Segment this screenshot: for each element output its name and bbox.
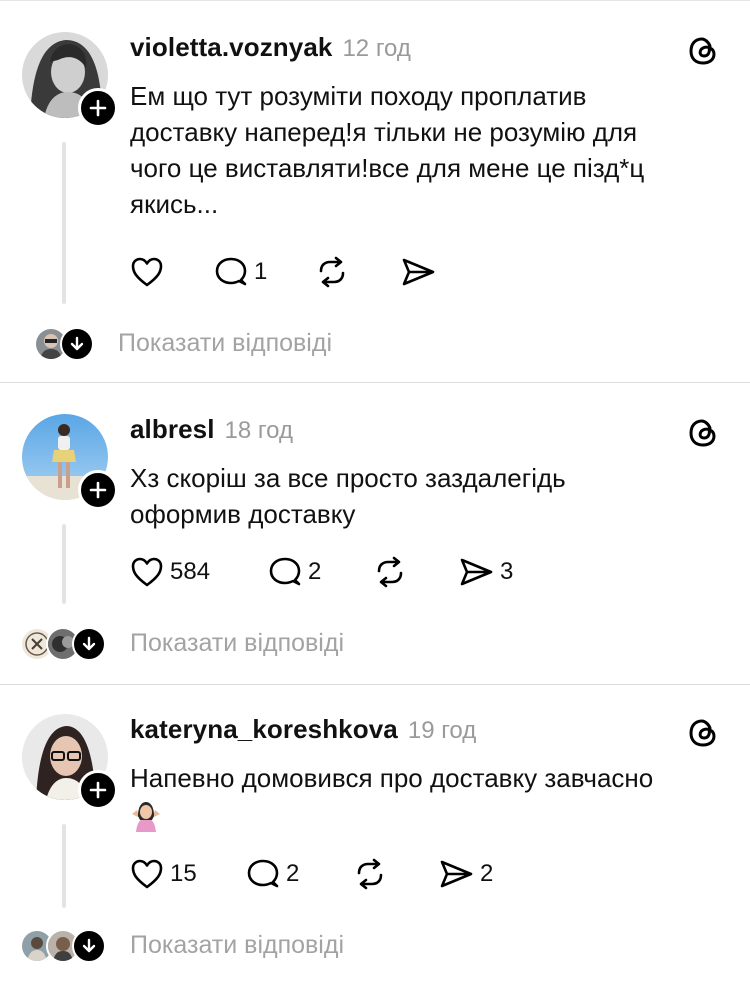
reply-avatars <box>20 627 130 661</box>
follow-button[interactable] <box>78 88 118 128</box>
share-button[interactable]: 3 <box>458 552 513 592</box>
expand-replies-button[interactable] <box>60 327 94 361</box>
action-bar: 1 <box>130 252 436 292</box>
post-header: albresl 18 год <box>130 414 293 448</box>
thread-line <box>62 142 66 304</box>
post-text: Ем що тут розуміти походу проплатив дост… <box>130 78 730 222</box>
expand-replies-button[interactable] <box>72 929 106 963</box>
username[interactable]: kateryna_koreshkova <box>130 714 398 745</box>
thread-line <box>62 524 66 604</box>
share-icon <box>402 258 435 286</box>
timestamp: 12 год <box>342 35 411 62</box>
threads-logo-icon[interactable] <box>686 716 720 750</box>
avatar-container[interactable] <box>22 414 118 510</box>
post-divider <box>0 382 750 383</box>
comment-button[interactable]: 2 <box>268 552 372 592</box>
show-replies-link[interactable]: Показати відповіді <box>130 931 344 960</box>
action-bar: 584 2 3 <box>130 552 513 592</box>
heart-icon <box>131 257 163 287</box>
thread-line <box>62 824 66 908</box>
share-button[interactable]: 2 <box>438 854 493 894</box>
show-replies-link[interactable]: Показати відповіді <box>130 629 344 658</box>
person-shrugging-emoji <box>132 802 160 833</box>
avatar-container[interactable] <box>22 714 118 810</box>
username[interactable]: albresl <box>130 414 215 445</box>
avatar-container[interactable] <box>22 32 118 128</box>
like-button[interactable]: 584 <box>130 552 268 592</box>
text-line: Хз скоріш за все просто заздалегідь <box>130 463 566 493</box>
text-line: якись... <box>130 189 219 219</box>
text-line: доставку наперед!я тільки не розумію для <box>130 117 638 147</box>
heart-icon <box>131 859 163 889</box>
comment-icon <box>247 859 279 888</box>
comment-post: violetta.voznyak 12 год Ем що тут розумі… <box>0 32 750 382</box>
like-count: 584 <box>170 558 211 585</box>
like-button[interactable] <box>130 252 214 292</box>
show-replies-row[interactable]: Показати відповіді <box>20 928 344 963</box>
threads-logo-icon[interactable] <box>686 416 720 450</box>
plus-icon <box>89 99 107 117</box>
arrow-down-icon <box>82 938 96 953</box>
repost-button[interactable] <box>372 552 458 592</box>
plus-icon <box>89 481 107 499</box>
text-line: чого це виставляти!все для мене це пізд*… <box>130 153 645 183</box>
like-button[interactable]: 15 <box>130 854 246 894</box>
share-icon <box>460 558 493 586</box>
timestamp: 18 год <box>224 417 293 444</box>
text-line: Ем що тут розуміти походу проплатив <box>130 81 587 111</box>
follow-button[interactable] <box>78 770 118 810</box>
comment-button[interactable]: 2 <box>246 854 352 894</box>
repost-icon <box>377 556 403 588</box>
top-divider <box>0 0 750 1</box>
share-icon <box>440 860 473 888</box>
reply-avatars <box>20 929 130 963</box>
post-text: Напевно домовився про доставку завчасно <box>130 760 730 833</box>
text-line: оформив доставку <box>130 499 356 529</box>
repost-button[interactable] <box>352 854 438 894</box>
threads-logo-icon[interactable] <box>686 34 720 68</box>
share-count: 2 <box>480 860 494 887</box>
like-count: 15 <box>170 860 197 887</box>
reply-avatars <box>34 327 118 361</box>
action-bar: 15 2 2 <box>130 854 493 894</box>
share-button[interactable] <box>400 252 436 292</box>
timestamp: 19 год <box>407 717 477 744</box>
show-replies-row[interactable]: Показати відповіді <box>20 626 344 661</box>
comment-icon <box>215 257 247 286</box>
post-header: violetta.voznyak 12 год <box>130 32 411 66</box>
post-header: kateryna_koreshkova 19 год <box>130 714 476 748</box>
comment-count: 2 <box>308 558 322 585</box>
comment-count: 1 <box>254 258 268 285</box>
share-count: 3 <box>500 558 514 585</box>
heart-icon <box>131 557 163 587</box>
plus-icon <box>89 781 107 799</box>
comment-post: albresl 18 год Хз скоріш за все просто з… <box>0 414 750 684</box>
text-line: Напевно домовився про доставку завчасно <box>130 763 654 793</box>
post-divider <box>0 684 750 685</box>
repost-icon <box>357 858 383 890</box>
emoji-line <box>130 796 730 833</box>
comment-count: 2 <box>286 860 300 887</box>
comment-icon <box>269 557 301 586</box>
show-replies-row[interactable]: Показати відповіді <box>34 326 332 361</box>
repost-button[interactable] <box>314 252 400 292</box>
comment-button[interactable]: 1 <box>214 252 314 292</box>
comment-post: kateryna_koreshkova 19 год Напевно домов… <box>0 714 750 982</box>
arrow-down-icon <box>82 636 96 651</box>
repost-icon <box>319 256 345 288</box>
expand-replies-button[interactable] <box>72 627 106 661</box>
arrow-down-icon <box>70 336 84 351</box>
follow-button[interactable] <box>78 470 118 510</box>
post-text: Хз скоріш за все просто заздалегідь офор… <box>130 460 730 532</box>
show-replies-link[interactable]: Показати відповіді <box>118 329 332 358</box>
username[interactable]: violetta.voznyak <box>130 32 332 63</box>
